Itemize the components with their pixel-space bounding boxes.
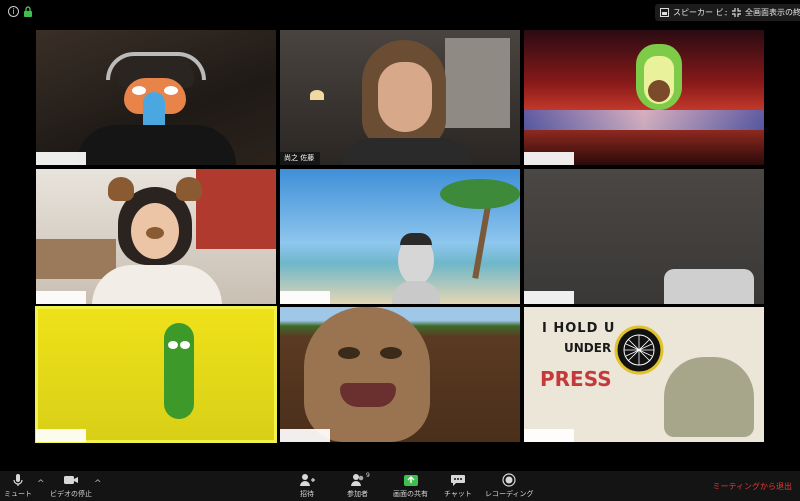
record-label: レコーディング: [485, 490, 534, 498]
participants-label: 参加者: [347, 490, 368, 498]
exit-fullscreen-label: 全画面表示の終了: [745, 8, 800, 17]
participant-name-label: [36, 152, 86, 165]
video-tile-8[interactable]: [280, 307, 520, 442]
share-screen-label: 画面の共有: [393, 490, 428, 498]
sofa-shape: [36, 239, 116, 279]
potato-eye-left: [338, 347, 360, 359]
lamp-shape: [310, 90, 324, 100]
video-tile-7[interactable]: [35, 306, 277, 443]
body-shape: [342, 138, 472, 165]
record-button[interactable]: レコーディング: [485, 473, 534, 499]
video-tile-6[interactable]: [524, 169, 764, 304]
mask-eye-right: [164, 86, 178, 95]
dog-ear-left: [108, 177, 134, 201]
top-bar: i スピーカー ビュー 全画面表示の終了: [0, 0, 800, 24]
share-screen-button[interactable]: 画面の共有: [393, 473, 428, 499]
invite-label: 招待: [300, 490, 314, 498]
body-shape: [92, 265, 222, 304]
record-icon: [502, 473, 516, 487]
participants-button[interactable]: 参加者: [347, 473, 368, 499]
statue-body: [392, 281, 440, 304]
stop-video-button[interactable]: ビデオの停止: [50, 473, 92, 499]
body-shape: [76, 125, 236, 165]
exit-fullscreen-icon: [732, 8, 741, 17]
video-tile-5[interactable]: [280, 169, 520, 304]
sign-line-2: UNDER: [564, 341, 612, 355]
mute-button[interactable]: ミュート: [4, 473, 32, 499]
potato-eye-right: [380, 347, 402, 359]
participant-name-label: [280, 429, 330, 442]
share-screen-icon: [403, 475, 418, 486]
palm-tree: [430, 169, 520, 279]
participant-name-label: [524, 429, 574, 442]
participant-name-label: [524, 291, 574, 304]
mute-label: ミュート: [4, 490, 32, 498]
exit-fullscreen-button[interactable]: 全画面表示の終了: [727, 4, 800, 21]
invite-person-icon: [300, 474, 315, 486]
video-tile-4[interactable]: [36, 169, 276, 304]
speaker-view-icon: [660, 8, 669, 17]
pickle-shape: [164, 323, 194, 419]
sign-line-3: PRESS: [540, 367, 612, 391]
background-wall: [196, 169, 276, 249]
mute-options-chevron-icon[interactable]: ^: [37, 479, 45, 489]
video-tile-9[interactable]: I HOLD U UNDER PRESS: [524, 307, 764, 442]
lock-icon[interactable]: [23, 6, 33, 17]
participants-icon: [350, 474, 363, 486]
background-shelf: [445, 38, 510, 128]
light-streak: [524, 110, 764, 130]
info-icon[interactable]: i: [8, 6, 19, 17]
microphone-icon: [13, 474, 23, 486]
mask-eye-left: [132, 86, 146, 95]
chat-label: チャット: [444, 490, 472, 498]
statue-hair: [400, 233, 432, 245]
network-logo-icon: [614, 325, 664, 375]
participant-name-label: [524, 152, 574, 165]
meeting-toolbar: ミュート ^ ビデオの停止 ^ 招待 参加者 9 画面の共有 チャット レコーデ…: [0, 471, 800, 501]
dog-ear-right: [176, 177, 202, 201]
video-tile-2[interactable]: 尚之 佐藤: [280, 30, 520, 165]
participant-name-label: [280, 291, 330, 304]
video-grid: 尚之 佐藤 I HOLD U UNDER PRESS: [35, 30, 764, 443]
participant-name-label: 尚之 佐藤: [280, 152, 320, 165]
participant-name-label: [36, 291, 86, 304]
chat-button[interactable]: チャット: [444, 473, 472, 499]
headphones-shape: [106, 52, 206, 80]
invite-button[interactable]: 招待: [299, 473, 315, 499]
dog-nose: [146, 227, 164, 239]
face-shape: [378, 62, 432, 132]
potato-shape: [304, 307, 430, 442]
stop-video-label: ビデオの停止: [50, 490, 92, 498]
creature-drawing: [664, 357, 754, 437]
potato-mouth: [340, 383, 396, 407]
avocado-pit: [648, 80, 670, 102]
pickle-eye-right: [180, 341, 190, 349]
pickle-eye-left: [168, 341, 178, 349]
participants-count-badge: 9: [366, 472, 370, 479]
chair-shape: [664, 269, 754, 304]
participant-name-label: [36, 429, 86, 442]
video-tile-3[interactable]: [524, 30, 764, 165]
video-tile-1[interactable]: [36, 30, 276, 165]
video-camera-icon: [64, 476, 78, 484]
leave-meeting-button[interactable]: ミーティングから退出: [712, 481, 792, 492]
video-options-chevron-icon[interactable]: ^: [94, 479, 102, 489]
chat-bubble-icon: [450, 475, 465, 486]
sign-line-1: I HOLD U: [542, 321, 616, 336]
